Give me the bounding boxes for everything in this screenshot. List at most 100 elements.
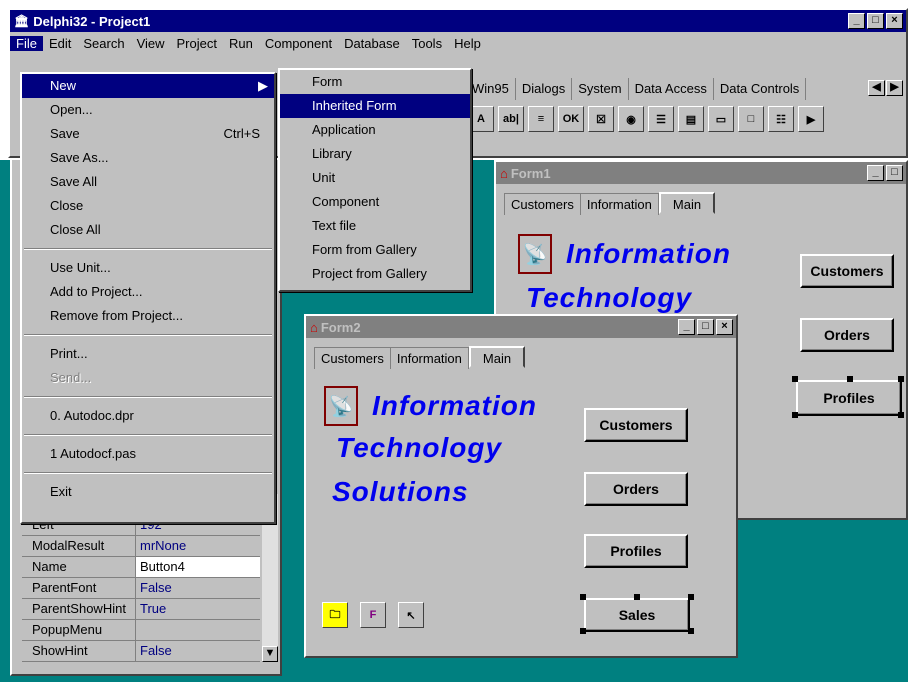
selection-handle[interactable]	[898, 412, 904, 418]
property-row[interactable]: ShowHint False	[22, 641, 260, 662]
menu-help[interactable]: Help	[448, 36, 487, 51]
menu-search[interactable]: Search	[77, 36, 130, 51]
form2-sales-button[interactable]: Sales	[584, 598, 690, 632]
maximize-button[interactable]: □	[867, 13, 884, 29]
selection-handle[interactable]	[580, 594, 586, 600]
menu-item-open[interactable]: Open...	[22, 98, 274, 122]
property-row[interactable]: ModalResult mrNone	[22, 536, 260, 557]
menu-database[interactable]: Database	[338, 36, 406, 51]
pointer-icon[interactable]: ↖	[398, 602, 424, 628]
form2-customers-button[interactable]: Customers	[584, 408, 688, 442]
open-folder-icon[interactable]: 🗀	[322, 602, 348, 628]
checkbox-component-icon[interactable]: ☒	[588, 106, 614, 132]
minimize-button[interactable]: _	[848, 13, 865, 29]
menu-item-recent-1[interactable]: 1 Autodocf.pas	[22, 442, 274, 466]
menu-item-save-all[interactable]: Save All	[22, 170, 274, 194]
edit-component-icon[interactable]: ab|	[498, 106, 524, 132]
form1-close-button[interactable]: □	[886, 165, 903, 181]
close-button[interactable]: ×	[886, 13, 903, 29]
form1-customers-button[interactable]: Customers	[800, 254, 894, 288]
selection-handle[interactable]	[688, 594, 694, 600]
menu-item-close-all[interactable]: Close All	[22, 218, 274, 242]
form2-tab-information[interactable]: Information	[390, 347, 469, 369]
menu-item-new[interactable]: New ▶	[22, 74, 274, 98]
memo-component-icon[interactable]: ≡	[528, 106, 554, 132]
palette-tab-win95[interactable]: Win95	[466, 78, 516, 100]
form1-titlebar[interactable]: ⌂ Form1 _ □	[496, 162, 906, 184]
form2-titlebar[interactable]: ⌂ Form2 _ □ ×	[306, 316, 736, 338]
scrollbar-component-icon[interactable]: ▭	[708, 106, 734, 132]
groupbox-component-icon[interactable]: □	[738, 106, 764, 132]
form2-tab-customers[interactable]: Customers	[314, 347, 391, 369]
property-value-edit[interactable]: Button4	[136, 557, 260, 577]
pointer-arrow-icon[interactable]: ▶	[798, 106, 824, 132]
menu-item-print[interactable]: Print...	[22, 342, 274, 366]
menu-file[interactable]: File	[10, 35, 43, 51]
menu-view[interactable]: View	[131, 36, 171, 51]
submenu-item-form[interactable]: Form	[280, 70, 470, 94]
menu-component[interactable]: Component	[259, 36, 338, 51]
menu-item-use-unit[interactable]: Use Unit...	[22, 256, 274, 280]
property-value[interactable]	[136, 620, 260, 640]
property-value[interactable]: False	[136, 578, 260, 598]
property-row[interactable]: PopupMenu	[22, 620, 260, 641]
selection-handle[interactable]	[898, 376, 904, 382]
scroll-down-button[interactable]: ▼	[262, 646, 278, 662]
property-row-selected[interactable]: Name Button4	[22, 557, 260, 578]
form2-profiles-button[interactable]: Profiles	[584, 534, 688, 568]
palette-scroll-right-button[interactable]: ▶	[886, 80, 903, 96]
submenu-item-text-file[interactable]: Text file	[280, 214, 470, 238]
palette-tab-data-access[interactable]: Data Access	[629, 78, 714, 100]
radiogroup-component-icon[interactable]: ☷	[768, 106, 794, 132]
submenu-item-inherited-form[interactable]: Inherited Form	[280, 94, 470, 118]
form1-tab-information[interactable]: Information	[580, 193, 659, 215]
property-value[interactable]: False	[136, 641, 260, 661]
font-icon[interactable]: F	[360, 602, 386, 628]
selection-handle[interactable]	[792, 412, 798, 418]
form2-close-button[interactable]: ×	[716, 319, 733, 335]
palette-tab-data-controls[interactable]: Data Controls	[714, 78, 807, 100]
submenu-item-component[interactable]: Component	[280, 190, 470, 214]
form1-orders-button[interactable]: Orders	[800, 318, 894, 352]
property-value[interactable]: True	[136, 599, 260, 619]
menu-edit[interactable]: Edit	[43, 36, 77, 51]
submenu-item-form-from-gallery[interactable]: Form from Gallery	[280, 238, 470, 262]
palette-scroll-left-button[interactable]: ◀	[868, 80, 885, 96]
listbox-component-icon[interactable]: ☰	[648, 106, 674, 132]
menu-item-exit[interactable]: Exit	[22, 480, 274, 504]
submenu-item-library[interactable]: Library	[280, 142, 470, 166]
combobox-component-icon[interactable]: ▤	[678, 106, 704, 132]
menu-item-add-to-project[interactable]: Add to Project...	[22, 280, 274, 304]
submenu-item-application[interactable]: Application	[280, 118, 470, 142]
form1-tab-customers[interactable]: Customers	[504, 193, 581, 215]
menu-item-recent-0[interactable]: 0. Autodoc.dpr	[22, 404, 274, 428]
form2-minimize-button[interactable]: _	[678, 319, 695, 335]
button-component-icon[interactable]: OK	[558, 106, 584, 132]
menu-item-close[interactable]: Close	[22, 194, 274, 218]
selection-handle[interactable]	[688, 628, 694, 634]
submenu-item-unit[interactable]: Unit	[280, 166, 470, 190]
palette-tab-system[interactable]: System	[572, 78, 629, 100]
menu-project[interactable]: Project	[171, 36, 223, 51]
form2-tab-main[interactable]: Main	[468, 346, 526, 368]
property-value[interactable]: mrNone	[136, 536, 260, 556]
form2-orders-button[interactable]: Orders	[584, 472, 688, 506]
main-titlebar[interactable]: 🏛 Delphi32 - Project1 _ □ ×	[10, 10, 906, 32]
form1-profiles-button[interactable]: Profiles	[796, 380, 902, 416]
menu-tools[interactable]: Tools	[406, 36, 448, 51]
selection-handle[interactable]	[634, 594, 640, 600]
menu-item-remove-from-project[interactable]: Remove from Project...	[22, 304, 274, 328]
selection-handle[interactable]	[580, 628, 586, 634]
menu-run[interactable]: Run	[223, 36, 259, 51]
selection-handle[interactable]	[847, 376, 853, 382]
submenu-item-project-from-gallery[interactable]: Project from Gallery	[280, 262, 470, 286]
form1-minimize-button[interactable]: _	[867, 165, 884, 181]
selection-handle[interactable]	[792, 376, 798, 382]
form2-maximize-button[interactable]: □	[697, 319, 714, 335]
property-row[interactable]: ParentFont False	[22, 578, 260, 599]
radiobutton-component-icon[interactable]: ◉	[618, 106, 644, 132]
form1-tab-main[interactable]: Main	[658, 192, 716, 214]
menu-item-save[interactable]: Save Ctrl+S	[22, 122, 274, 146]
menu-item-save-as[interactable]: Save As...	[22, 146, 274, 170]
property-row[interactable]: ParentShowHint True	[22, 599, 260, 620]
